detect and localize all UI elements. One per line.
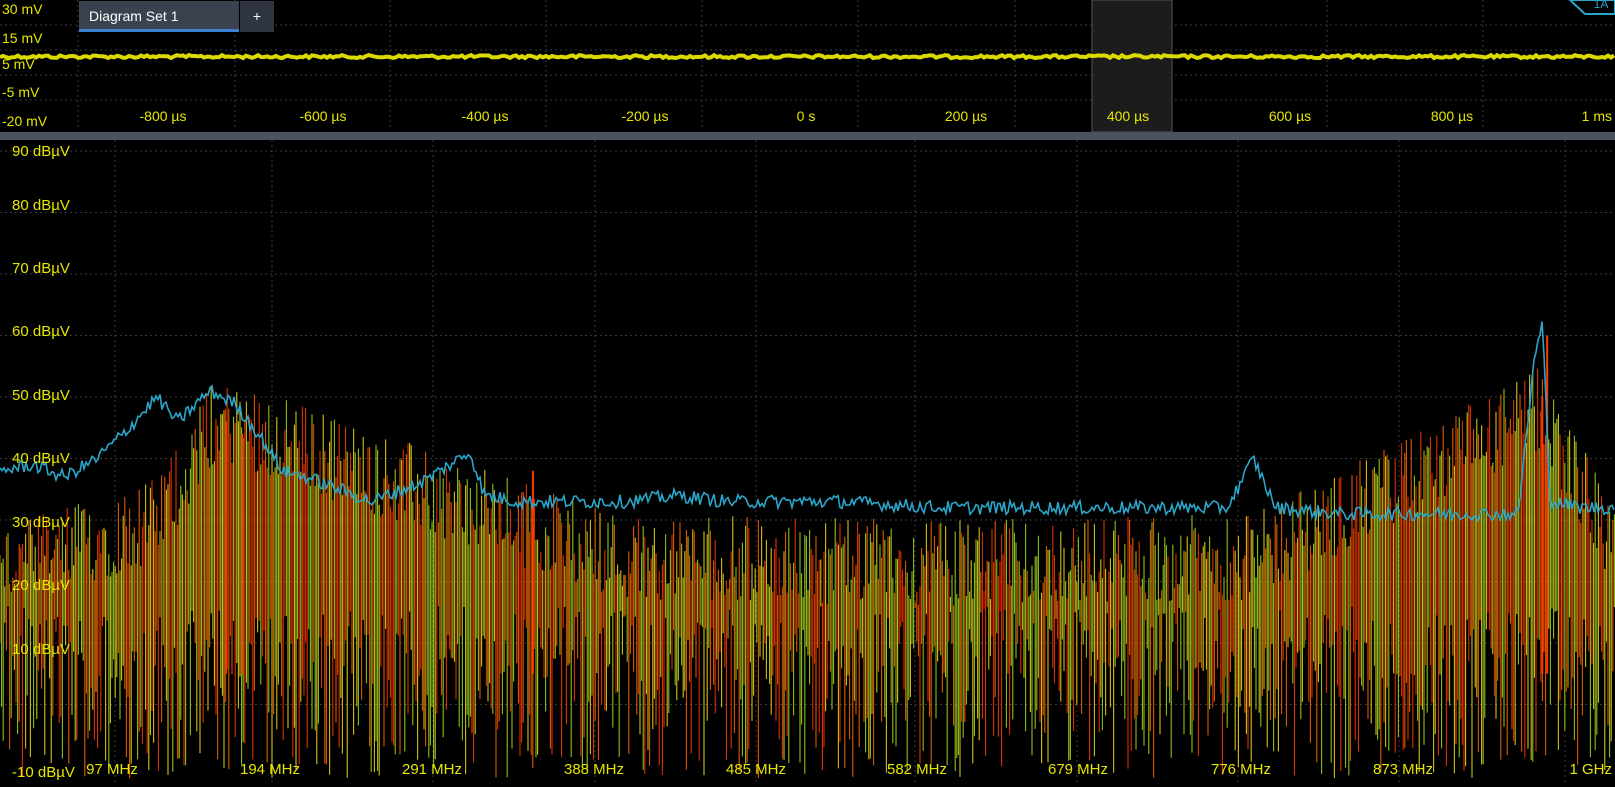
time-y-tick-label: 30 mV <box>2 1 43 17</box>
time-x-tick-label: 1 ms <box>1582 108 1612 124</box>
channel-badge-label: 1A <box>1594 0 1609 11</box>
time-y-tick-label: -5 mV <box>2 84 40 100</box>
spectrum-y-tick-label: 30 dBµV <box>12 514 70 531</box>
spectrum-x-tick-label: 873 MHz <box>1373 761 1433 778</box>
spectrum-y-tick-label: -10 dBµV <box>12 764 75 781</box>
time-x-tick-label: 400 µs <box>1107 108 1149 124</box>
spectrum-y-tick-label: 40 dBµV <box>12 450 70 467</box>
spectrum-y-tick-label: 10 dBµV <box>12 641 70 658</box>
spectrum-y-tick-label: 80 dBµV <box>12 197 70 214</box>
time-x-tick-label: -600 µs <box>300 108 347 124</box>
time-y-tick-label: 15 mV <box>2 30 43 46</box>
spectrum-x-tick-label: 1 GHz <box>1569 761 1612 778</box>
time-x-tick-label: -200 µs <box>622 108 669 124</box>
spectrum-y-tick-label: 90 dBµV <box>12 143 70 160</box>
add-tab-button[interactable]: + <box>240 1 274 32</box>
time-y-tick-label: -20 mV <box>2 113 48 129</box>
spectrum-y-tick-label: 50 dBµV <box>12 387 70 404</box>
tab-diagram-set-1[interactable]: Diagram Set 1 <box>79 1 239 32</box>
spectrum-x-tick-label: 776 MHz <box>1211 761 1271 778</box>
spectrum-x-tick-label: 679 MHz <box>1048 761 1108 778</box>
oscilloscope-display: 30 mV 15 mV 5 mV -5 mV -20 mV -800 µs -600 µs -… <box>0 0 1615 782</box>
plot-area: 30 mV 15 mV 5 mV -5 mV -20 mV -800 µs -600 µs -… <box>0 0 1615 782</box>
time-x-tick-label: 600 µs <box>1269 108 1311 124</box>
spectrum-x-tick-label: 291 MHz <box>402 761 462 778</box>
spectrum-y-tick-label: 70 dBµV <box>12 260 70 277</box>
time-x-tick-label: -400 µs <box>462 108 509 124</box>
time-y-tick-label: 5 mV <box>2 56 35 72</box>
time-x-tick-label: 200 µs <box>945 108 987 124</box>
spectrum-x-tick-label: 485 MHz <box>726 761 786 778</box>
time-trace <box>0 52 1615 61</box>
spectrum-x-tick-label: 388 MHz <box>564 761 624 778</box>
spectrum-y-tick-label: 20 dBµV <box>12 577 70 594</box>
time-x-tick-label: 0 s <box>797 108 816 124</box>
time-x-tick-label: 800 µs <box>1431 108 1473 124</box>
spectrum-x-tick-label: 97 MHz <box>86 761 138 778</box>
spectrum-y-tick-label: 60 dBµV <box>12 323 70 340</box>
time-x-tick-label: -800 µs <box>140 108 187 124</box>
spectrum-x-tick-label: 194 MHz <box>240 761 300 778</box>
spectrum-x-tick-label: 582 MHz <box>887 761 947 778</box>
panel-divider[interactable] <box>0 132 1615 140</box>
